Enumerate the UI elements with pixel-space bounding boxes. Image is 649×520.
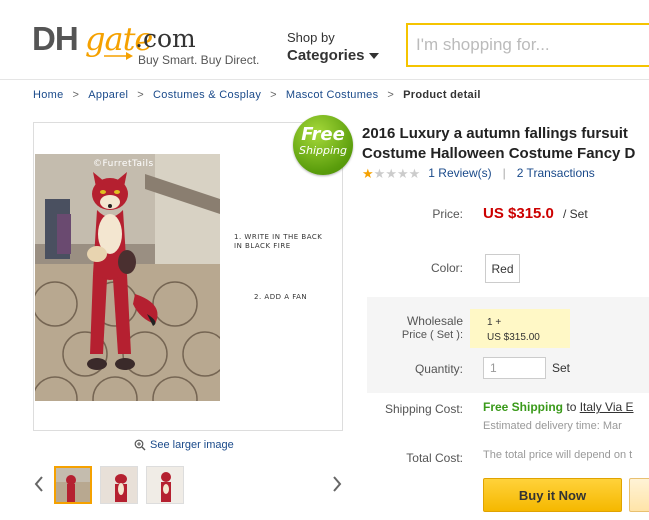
quantity-label: Quantity: xyxy=(414,362,463,376)
wholesale-price: US $315.00 xyxy=(487,332,540,343)
thumbnail-1[interactable] xyxy=(54,466,92,504)
shop-by-label: Shop by xyxy=(287,30,335,45)
see-larger-label: See larger image xyxy=(150,439,234,451)
breadcrumb-separator: > xyxy=(72,89,80,101)
breadcrumb-separator: > xyxy=(270,89,277,101)
see-larger-image-link[interactable]: See larger image xyxy=(134,439,234,451)
caret-down-icon xyxy=(368,52,379,59)
thumbnail-3-image xyxy=(147,467,183,503)
color-label: Color: xyxy=(430,261,463,275)
star-empty-icon: ★ xyxy=(373,165,386,181)
wholesale-label: Wholesale Price ( Set ): xyxy=(402,314,463,342)
site-header: DH gate .com Buy Smart. Buy Direct. Shop… xyxy=(0,0,649,80)
free-shipping-shipping: Shipping xyxy=(299,144,347,157)
star-filled-icon: ★ xyxy=(362,165,374,181)
photo-annotation-1: 1. WRITE IN THE BACK IN BLACK FIRE xyxy=(234,233,323,250)
star-empty-icon: ★ xyxy=(408,165,421,181)
star-empty-icon: ★ xyxy=(385,165,397,181)
breadcrumb-apparel[interactable]: Apparel xyxy=(88,89,128,101)
free-shipping-badge: Free Shipping xyxy=(293,115,353,175)
shipping-cost-label: Shipping Cost: xyxy=(384,402,463,416)
wholesale-tier: 1 + US $315.00 xyxy=(470,309,570,348)
logo-tagline: Buy Smart. Buy Direct. xyxy=(138,53,260,67)
product-title-line-2: Costume Halloween Costume Fancy D xyxy=(362,145,636,162)
thumbnail-3[interactable] xyxy=(146,466,184,504)
breadcrumb-costumes[interactable]: Costumes & Cosplay xyxy=(153,89,261,101)
add-to-cart-button[interactable] xyxy=(629,478,649,512)
logo-com-text: .com xyxy=(135,24,196,53)
total-cost-label: Total Cost: xyxy=(406,451,463,465)
thumb-next-icon[interactable] xyxy=(331,474,343,494)
photo-annotation-2: 2. ADD A FAN xyxy=(254,293,308,301)
product-title-line-1: 2016 Luxury a autumn fallings fursuit xyxy=(362,125,628,142)
price-unit: / Set xyxy=(563,207,588,221)
color-option-red[interactable]: Red xyxy=(485,254,520,283)
logo-dh-text: DH xyxy=(32,20,79,57)
total-cost-note: The total price will depend on t xyxy=(483,449,633,461)
logo-arrow-icon xyxy=(104,52,133,60)
fursuit-photo xyxy=(35,154,220,401)
thumbnail-strip xyxy=(33,464,348,506)
free-shipping-free: Free xyxy=(301,124,345,145)
zoom-icon xyxy=(134,439,146,451)
free-shipping-text: Free Shipping xyxy=(483,400,564,414)
search-box[interactable] xyxy=(406,23,649,67)
breadcrumb-separator: > xyxy=(137,89,145,101)
photo-watermark: ©FurretTails xyxy=(93,159,154,169)
buy-it-now-button[interactable]: Buy it Now xyxy=(483,478,622,512)
thumbnail-1-image xyxy=(56,468,90,502)
categories-dropdown[interactable]: Categories xyxy=(287,47,379,64)
quantity-input[interactable] xyxy=(483,357,546,379)
breadcrumb-mascot[interactable]: Mascot Costumes xyxy=(286,89,379,101)
shop-by-categories[interactable]: Shop by Categories xyxy=(287,30,379,64)
price-value: US $315.0 xyxy=(483,205,554,222)
wholesale-qty: 1 + xyxy=(487,317,502,328)
search-input[interactable] xyxy=(408,25,649,65)
thumb-prev-icon[interactable] xyxy=(33,474,45,494)
shipping-method-link[interactable]: Italy Via E xyxy=(580,400,634,414)
breadcrumb: Home > Apparel > Costumes & Cosplay > Ma… xyxy=(33,89,481,101)
wholesale-label-line-1: Wholesale xyxy=(406,314,463,328)
estimated-delivery: Estimated delivery time: Mar xyxy=(483,420,622,432)
shipping-line: Free Shipping to Italy Via E xyxy=(483,400,634,414)
star-rating: ★ ★ ★ ★ ★ xyxy=(362,167,420,180)
thumbnail-2-image xyxy=(101,467,137,503)
star-empty-icon: ★ xyxy=(396,165,409,181)
breadcrumb-separator: > xyxy=(387,89,395,101)
quantity-unit: Set xyxy=(552,361,571,375)
product-main-photo[interactable]: ©FurretTails xyxy=(35,154,220,401)
product-title: 2016 Luxury a autumn fallings fursuit Co… xyxy=(362,124,649,164)
product-image-panel[interactable]: ©FurretTails 1. WRITE IN THE BACK IN BLA… xyxy=(33,115,353,431)
breadcrumb-home[interactable]: Home xyxy=(33,89,64,101)
breadcrumb-current: Product detail xyxy=(403,89,481,101)
wholesale-label-line-2: Price ( Set ): xyxy=(401,329,463,341)
dhgate-logo[interactable]: DH gate .com Buy Smart. Buy Direct. xyxy=(32,20,262,68)
transactions-link[interactable]: 2 Transactions xyxy=(517,166,595,180)
price-label: Price: xyxy=(432,207,463,221)
categories-label: Categories xyxy=(287,47,365,64)
rating-row: ★ ★ ★ ★ ★ 1 Review(s) | 2 Transactions xyxy=(362,166,595,180)
thumbnail-2[interactable] xyxy=(100,466,138,504)
shipping-to: to xyxy=(566,400,577,414)
reviews-link[interactable]: 1 Review(s) xyxy=(428,166,491,180)
rating-divider: | xyxy=(502,166,506,180)
